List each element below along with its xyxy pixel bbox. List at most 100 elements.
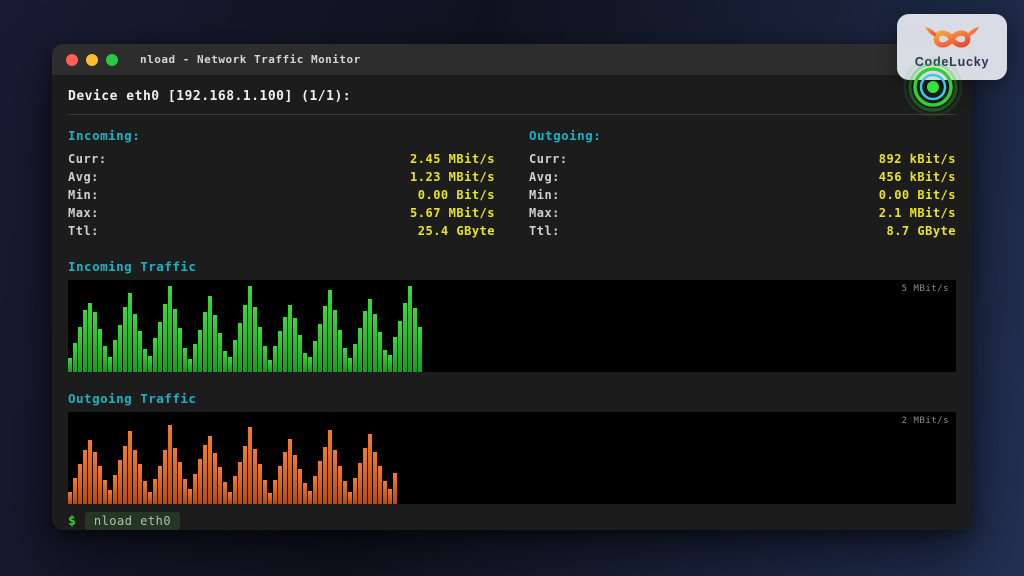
traffic-bar bbox=[373, 314, 377, 372]
traffic-bar bbox=[68, 358, 72, 372]
traffic-bar bbox=[193, 474, 197, 504]
terminal-window: nload - Network Traffic Monitor Device e… bbox=[52, 44, 972, 530]
stat-label: Curr: bbox=[529, 152, 568, 166]
stat-label: Avg: bbox=[68, 170, 99, 184]
traffic-lights bbox=[66, 54, 118, 66]
traffic-bar bbox=[293, 318, 297, 372]
traffic-bar bbox=[203, 312, 207, 372]
traffic-bar bbox=[78, 464, 82, 504]
traffic-bar bbox=[73, 343, 77, 372]
traffic-bar bbox=[353, 478, 357, 504]
traffic-bar bbox=[103, 480, 107, 504]
stat-row: Avg: 1.23 MBit/s bbox=[68, 168, 495, 186]
stat-value: 0.00 Bit/s bbox=[879, 188, 956, 202]
traffic-bar bbox=[88, 440, 92, 504]
traffic-bar bbox=[78, 327, 82, 372]
outgoing-traffic-chart: 2 MBit/s bbox=[68, 412, 956, 504]
stat-row: Min: 0.00 Bit/s bbox=[529, 186, 956, 204]
traffic-bar bbox=[253, 449, 257, 504]
stat-value: 456 kBit/s bbox=[879, 170, 956, 184]
traffic-bar bbox=[383, 481, 387, 504]
traffic-bar bbox=[188, 359, 192, 372]
stat-row: Curr: 892 kBit/s bbox=[529, 150, 956, 168]
traffic-bar bbox=[68, 492, 72, 505]
traffic-bar bbox=[338, 330, 342, 372]
traffic-bar bbox=[178, 462, 182, 504]
traffic-bar bbox=[263, 480, 267, 504]
traffic-bar bbox=[263, 346, 267, 372]
traffic-bar bbox=[103, 346, 107, 372]
traffic-bar bbox=[393, 337, 397, 372]
outgoing-stats: Outgoing: Curr: 892 kBit/s Avg: 456 kBit… bbox=[529, 128, 956, 240]
minimize-button[interactable] bbox=[86, 54, 98, 66]
stat-label: Avg: bbox=[529, 170, 560, 184]
traffic-bar bbox=[383, 350, 387, 372]
stat-value: 2.45 MBit/s bbox=[410, 152, 495, 166]
traffic-bar bbox=[388, 355, 392, 372]
stat-value: 2.1 MBit/s bbox=[879, 206, 956, 220]
traffic-bar bbox=[198, 459, 202, 504]
traffic-bar bbox=[353, 344, 357, 372]
stats-panel: Incoming: Curr: 2.45 MBit/s Avg: 1.23 MB… bbox=[68, 128, 956, 240]
stat-row: Max: 5.67 MBit/s bbox=[68, 204, 495, 222]
traffic-bar bbox=[168, 286, 172, 372]
traffic-bar bbox=[218, 467, 222, 504]
traffic-bar bbox=[243, 446, 247, 504]
prompt-symbol: $ bbox=[68, 514, 76, 529]
traffic-bar bbox=[258, 327, 262, 372]
traffic-bar bbox=[373, 452, 377, 504]
traffic-bar bbox=[83, 310, 87, 372]
traffic-bar bbox=[253, 307, 257, 372]
traffic-bar bbox=[193, 344, 197, 372]
traffic-bar bbox=[398, 321, 402, 372]
traffic-bar bbox=[198, 330, 202, 372]
traffic-bar bbox=[348, 492, 352, 504]
outgoing-header: Outgoing: bbox=[529, 128, 956, 143]
traffic-bar bbox=[133, 450, 137, 504]
stat-label: Ttl: bbox=[529, 224, 560, 238]
traffic-bar bbox=[163, 304, 167, 372]
window-titlebar: nload - Network Traffic Monitor bbox=[52, 44, 972, 75]
traffic-bar bbox=[388, 489, 392, 504]
traffic-bar bbox=[303, 353, 307, 373]
stat-value: 0.00 Bit/s bbox=[418, 188, 495, 202]
divider bbox=[68, 114, 956, 115]
traffic-bar bbox=[148, 356, 152, 372]
traffic-bar bbox=[128, 293, 132, 372]
traffic-bar bbox=[378, 466, 382, 504]
infinity-leaf-logo-icon bbox=[924, 25, 980, 53]
stat-row: Max: 2.1 MBit/s bbox=[529, 204, 956, 222]
outgoing-scale-label: 2 MBit/s bbox=[902, 416, 949, 426]
traffic-bar bbox=[298, 335, 302, 372]
traffic-bar bbox=[268, 493, 272, 504]
stat-value: 5.67 MBit/s bbox=[410, 206, 495, 220]
incoming-stats: Incoming: Curr: 2.45 MBit/s Avg: 1.23 MB… bbox=[68, 128, 495, 240]
traffic-bar bbox=[393, 473, 397, 504]
traffic-bar bbox=[313, 476, 317, 504]
traffic-bar bbox=[128, 431, 132, 504]
stat-value: 25.4 GByte bbox=[418, 224, 495, 238]
close-button[interactable] bbox=[66, 54, 78, 66]
traffic-bar bbox=[273, 480, 277, 504]
maximize-button[interactable] bbox=[106, 54, 118, 66]
traffic-bar bbox=[108, 357, 112, 372]
target-icon bbox=[901, 55, 965, 119]
traffic-bar bbox=[178, 328, 182, 372]
traffic-bar bbox=[248, 286, 252, 372]
traffic-bar bbox=[408, 286, 412, 372]
stat-row: Ttl: 25.4 GByte bbox=[68, 222, 495, 240]
traffic-bar bbox=[208, 436, 212, 504]
traffic-bar bbox=[323, 447, 327, 504]
stat-label: Max: bbox=[68, 206, 99, 220]
traffic-bar bbox=[88, 303, 92, 372]
stat-label: Curr: bbox=[68, 152, 107, 166]
traffic-bar bbox=[273, 346, 277, 372]
traffic-bar bbox=[328, 430, 332, 504]
traffic-bar bbox=[113, 340, 117, 372]
traffic-bar bbox=[153, 479, 157, 504]
shell-prompt: $ nload eth0 bbox=[68, 512, 956, 530]
traffic-bar bbox=[98, 466, 102, 504]
traffic-bar bbox=[158, 322, 162, 372]
traffic-bar bbox=[418, 327, 422, 372]
traffic-bar bbox=[108, 490, 112, 504]
